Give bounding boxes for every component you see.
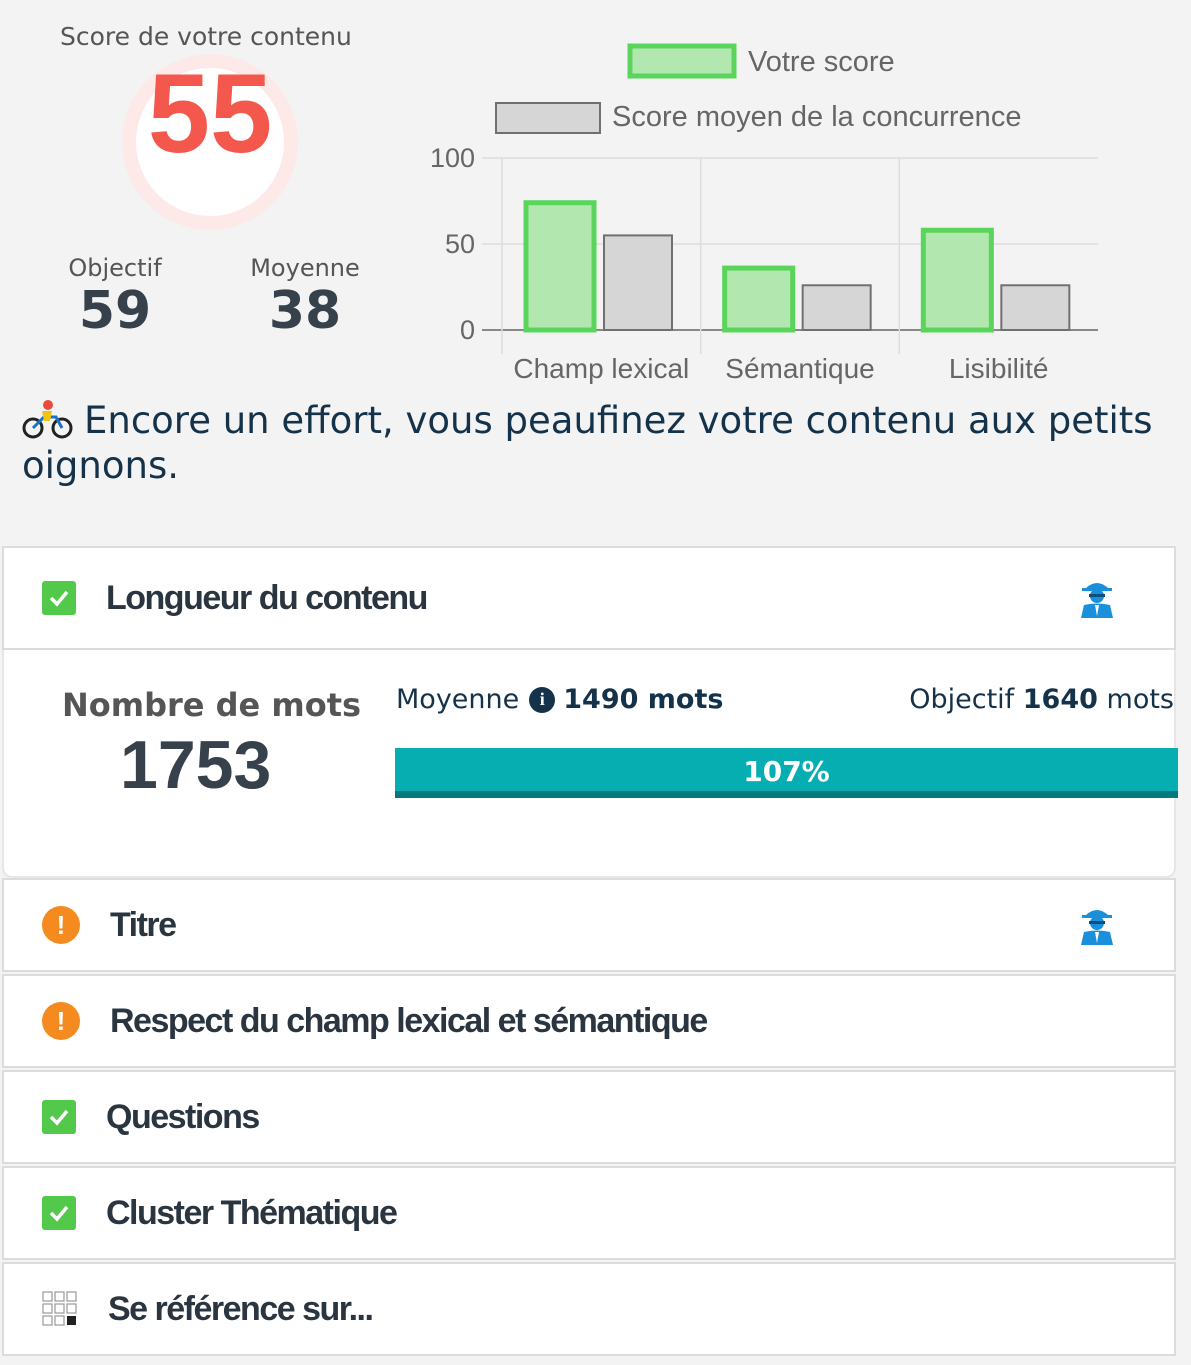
- section-title: Longueur du contenu: [106, 578, 428, 617]
- average-label: Moyenne: [396, 684, 520, 715]
- y-tick-label: 50: [445, 229, 475, 259]
- word-count-value: 1753: [120, 727, 272, 803]
- bar-champ-lexical-0: [523, 200, 597, 333]
- content-length-details: Nombre de mots 1753 Moyenne i 1490 mots …: [2, 650, 1178, 878]
- message-text: Encore un effort, vous peaufinez votre c…: [22, 399, 1153, 487]
- objectif-label: Objectif: [68, 254, 162, 282]
- legend-label: Score moyen de la concurrence: [612, 101, 1021, 133]
- bar-sémantique-0: [722, 265, 796, 333]
- section-se-reference[interactable]: Se référence sur...: [2, 1262, 1176, 1356]
- bar-sémantique-1: [801, 284, 872, 331]
- objectif-stat: Objectif 59: [50, 254, 180, 340]
- cyclist-emoji-icon: [22, 400, 73, 439]
- x-tick-label: Champ lexical: [513, 353, 689, 384]
- objectif-value: 59: [78, 281, 152, 341]
- section-title: Cluster Thématique: [106, 1193, 398, 1232]
- score-title: Score de votre contenu: [60, 22, 352, 51]
- exclamation-icon: !: [42, 1002, 80, 1040]
- bar-champ-lexical-1: [603, 234, 673, 331]
- spy-icon[interactable]: [1078, 578, 1116, 618]
- section-title: Respect du champ lexical et sémantique: [110, 1001, 708, 1040]
- average-words: Moyenne i 1490 mots: [396, 684, 723, 715]
- bar-lisibilité-0: [920, 227, 994, 333]
- check-icon: [42, 581, 76, 615]
- x-tick-label: Sémantique: [725, 353, 874, 384]
- average-value: 1490 mots: [563, 684, 724, 715]
- info-icon[interactable]: i: [529, 686, 556, 713]
- section-title: Se référence sur...: [108, 1289, 374, 1328]
- spy-icon[interactable]: [1078, 905, 1116, 945]
- progress-percent: 107%: [743, 755, 830, 788]
- score-value: 55: [147, 51, 273, 176]
- objective-unit: mots: [1106, 684, 1174, 715]
- moyenne-stat: Moyenne 38: [230, 254, 380, 340]
- section-title: Titre: [110, 905, 177, 944]
- bar-lisibilité-1: [1000, 284, 1071, 331]
- moyenne-value: 38: [268, 281, 342, 341]
- legend-swatch: [627, 43, 737, 79]
- word-count-label: Nombre de mots: [62, 686, 362, 724]
- section-titre[interactable]: ! Titre: [2, 878, 1176, 972]
- section-cluster-thematique[interactable]: Cluster Thématique: [2, 1166, 1176, 1260]
- objective-words: Objectif 1640 mots: [909, 684, 1174, 715]
- exclamation-icon: !: [42, 906, 80, 944]
- score-bar-chart: Votre score Score moyen de la concurrence…: [430, 43, 1098, 384]
- section-title: Questions: [106, 1097, 260, 1136]
- y-tick-label: 0: [460, 315, 475, 345]
- word-progress-bar: 107%: [395, 748, 1178, 798]
- moyenne-label: Moyenne: [250, 254, 360, 282]
- grid-icon: [42, 1291, 77, 1326]
- legend-label: Votre score: [748, 46, 895, 78]
- y-tick-label: 100: [430, 143, 475, 173]
- legend-swatch: [495, 102, 601, 134]
- encouragement-message: Encore un effort, vous peaufinez votre c…: [22, 398, 1172, 488]
- check-icon: [42, 1196, 76, 1230]
- objective-label: Objectif: [909, 684, 1015, 715]
- section-respect-champ-lexical[interactable]: ! Respect du champ lexical et sémantique: [2, 974, 1176, 1068]
- section-questions[interactable]: Questions: [2, 1070, 1176, 1164]
- check-icon: [42, 1100, 76, 1134]
- section-longueur-contenu[interactable]: Longueur du contenu: [2, 546, 1176, 650]
- x-tick-label: Lisibilité: [949, 353, 1049, 384]
- objective-value: 1640: [1022, 684, 1098, 715]
